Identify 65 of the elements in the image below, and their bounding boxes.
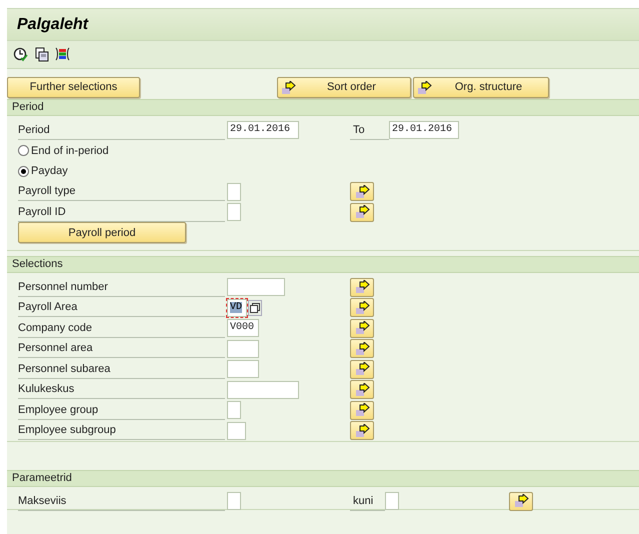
documents-icon[interactable] (34, 47, 49, 62)
payroll-period-button[interactable]: Payroll period (18, 222, 186, 244)
input-field[interactable] (227, 203, 241, 222)
value-help-icon[interactable] (248, 300, 262, 316)
field-label: Makseviis (18, 492, 225, 511)
input-field[interactable] (227, 380, 299, 399)
input-field[interactable] (227, 492, 241, 510)
input-field[interactable] (227, 278, 285, 296)
input-field[interactable]: VD (227, 298, 247, 317)
multiple-selection-button[interactable] (350, 421, 374, 440)
field-label: Personnel subarea (18, 360, 225, 379)
field-label: Employee group (18, 400, 225, 420)
multiple-selection-button[interactable] (350, 202, 374, 222)
section-header: Period (7, 99, 639, 116)
multiple-selection-button[interactable] (350, 182, 374, 202)
input-field[interactable]: 29.01.2016 (389, 121, 459, 140)
arrow-icon (354, 205, 370, 220)
radio-label: Payday (31, 164, 68, 179)
field-label: Payroll type (18, 182, 225, 202)
section-header: Parameetrid (7, 470, 639, 487)
window-title: Palgaleht (17, 14, 88, 34)
arrow-icon (354, 403, 370, 418)
arrow-icon (514, 494, 528, 508)
multiple-selection-button[interactable] (350, 318, 374, 338)
multiple-selection-button[interactable] (509, 492, 533, 511)
color-bars-icon[interactable] (55, 47, 70, 62)
input-field[interactable] (227, 422, 246, 440)
radio-button[interactable] (18, 166, 29, 177)
arrow-icon (417, 80, 432, 94)
field-label: Period (18, 120, 225, 140)
arrow-icon (354, 362, 370, 376)
arrow-icon (281, 80, 296, 94)
selection-button[interactable]: Sort order (277, 77, 411, 98)
section-header: Selections (7, 256, 639, 273)
arrow-icon (354, 424, 370, 438)
radio-label: End of in-period (31, 144, 109, 158)
multiple-selection-button[interactable] (350, 400, 374, 420)
arrow-icon (354, 321, 370, 336)
clock-check-icon[interactable] (13, 47, 28, 62)
input-field[interactable] (227, 340, 259, 358)
arrow-icon (354, 184, 370, 199)
multiple-selection-button[interactable] (350, 298, 374, 318)
arrow-icon (354, 300, 370, 315)
field-label: Payroll Area (18, 298, 225, 318)
field-label: Personnel number (18, 278, 225, 297)
selection-button[interactable]: Org. structure (413, 77, 549, 98)
multiple-selection-button[interactable] (350, 380, 374, 400)
selection-button[interactable]: Further selections (7, 77, 140, 98)
field-label: Kulukeskus (18, 380, 225, 400)
input-field[interactable]: V000 (227, 319, 259, 338)
field-label: Personnel area (18, 339, 225, 358)
multiple-selection-button[interactable] (350, 360, 374, 379)
input-field[interactable] (227, 360, 259, 378)
input-field[interactable] (227, 401, 241, 420)
field-label: Company code (18, 318, 225, 338)
field-label: Employee subgroup (18, 421, 225, 440)
input-field[interactable] (227, 182, 241, 201)
arrow-icon (354, 280, 370, 294)
input-field[interactable]: 29.01.2016 (227, 121, 299, 140)
arrow-icon (354, 342, 370, 356)
multiple-selection-button[interactable] (350, 339, 374, 358)
radio-button[interactable] (18, 145, 29, 156)
input-field[interactable] (385, 492, 399, 510)
arrow-icon (354, 382, 370, 397)
multiple-selection-button[interactable] (350, 278, 374, 297)
